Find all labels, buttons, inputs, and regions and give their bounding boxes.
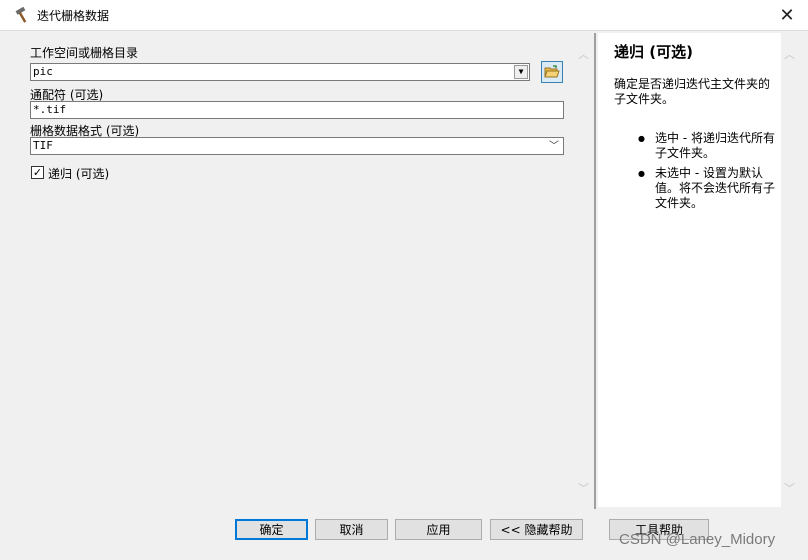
scroll-up-icon[interactable]: ︿ <box>781 45 798 62</box>
help-bullet-list: 选中 - 将递归迭代所有子文件夹。 未选中 - 设置为默认值。将不会迭代所有子文… <box>638 131 778 216</box>
wildcard-input[interactable]: *.tif <box>30 101 564 119</box>
help-bullet-item: 选中 - 将递归迭代所有子文件夹。 <box>638 131 778 161</box>
scroll-down-icon[interactable]: ﹀ <box>575 479 592 496</box>
triangle-down-icon: ▼ <box>518 67 524 76</box>
close-button[interactable]: ✕ <box>772 2 802 28</box>
help-scrollbar[interactable]: ︿ ﹀ <box>781 33 798 507</box>
recursive-label: 递归 (可选) <box>48 167 110 181</box>
ok-button[interactable]: 确定 <box>235 519 308 540</box>
window-title: 迭代栅格数据 <box>37 9 110 23</box>
help-title: 递归 (可选) <box>614 43 693 61</box>
cancel-button[interactable]: 取消 <box>315 519 388 540</box>
scroll-up-icon[interactable]: ︿ <box>575 45 592 62</box>
title-bar: 迭代栅格数据 ✕ <box>0 0 808 31</box>
hammer-icon <box>15 6 27 23</box>
help-bullet-item: 未选中 - 设置为默认值。将不会迭代所有子文件夹。 <box>638 166 778 211</box>
workspace-value: pic <box>33 65 53 78</box>
format-select[interactable]: TIF ﹀ <box>30 137 564 155</box>
help-description: 确定是否递归迭代主文件夹的子文件夹。 <box>614 77 771 106</box>
pane-divider[interactable] <box>594 33 596 509</box>
recursive-checkbox[interactable]: ✓ <box>31 166 44 179</box>
format-value: TIF <box>33 139 53 152</box>
hide-help-button[interactable]: << 隐藏帮助 <box>490 519 583 540</box>
scroll-down-icon[interactable]: ﹀ <box>781 479 798 496</box>
open-folder-icon <box>544 65 560 78</box>
apply-button[interactable]: 应用 <box>395 519 482 540</box>
workspace-label: 工作空间或栅格目录 <box>30 46 139 60</box>
workspace-input[interactable]: pic ▼ <box>30 63 530 81</box>
workspace-dropdown-button[interactable]: ▼ <box>514 65 528 79</box>
chevron-down-icon: ﹀ <box>549 141 559 152</box>
watermark-text: CSDN @Laney_Midory <box>619 531 776 548</box>
parameters-scrollbar[interactable]: ︿ ﹀ <box>575 33 592 507</box>
browse-folder-button[interactable] <box>541 61 563 83</box>
wildcard-value: *.tif <box>33 103 67 116</box>
